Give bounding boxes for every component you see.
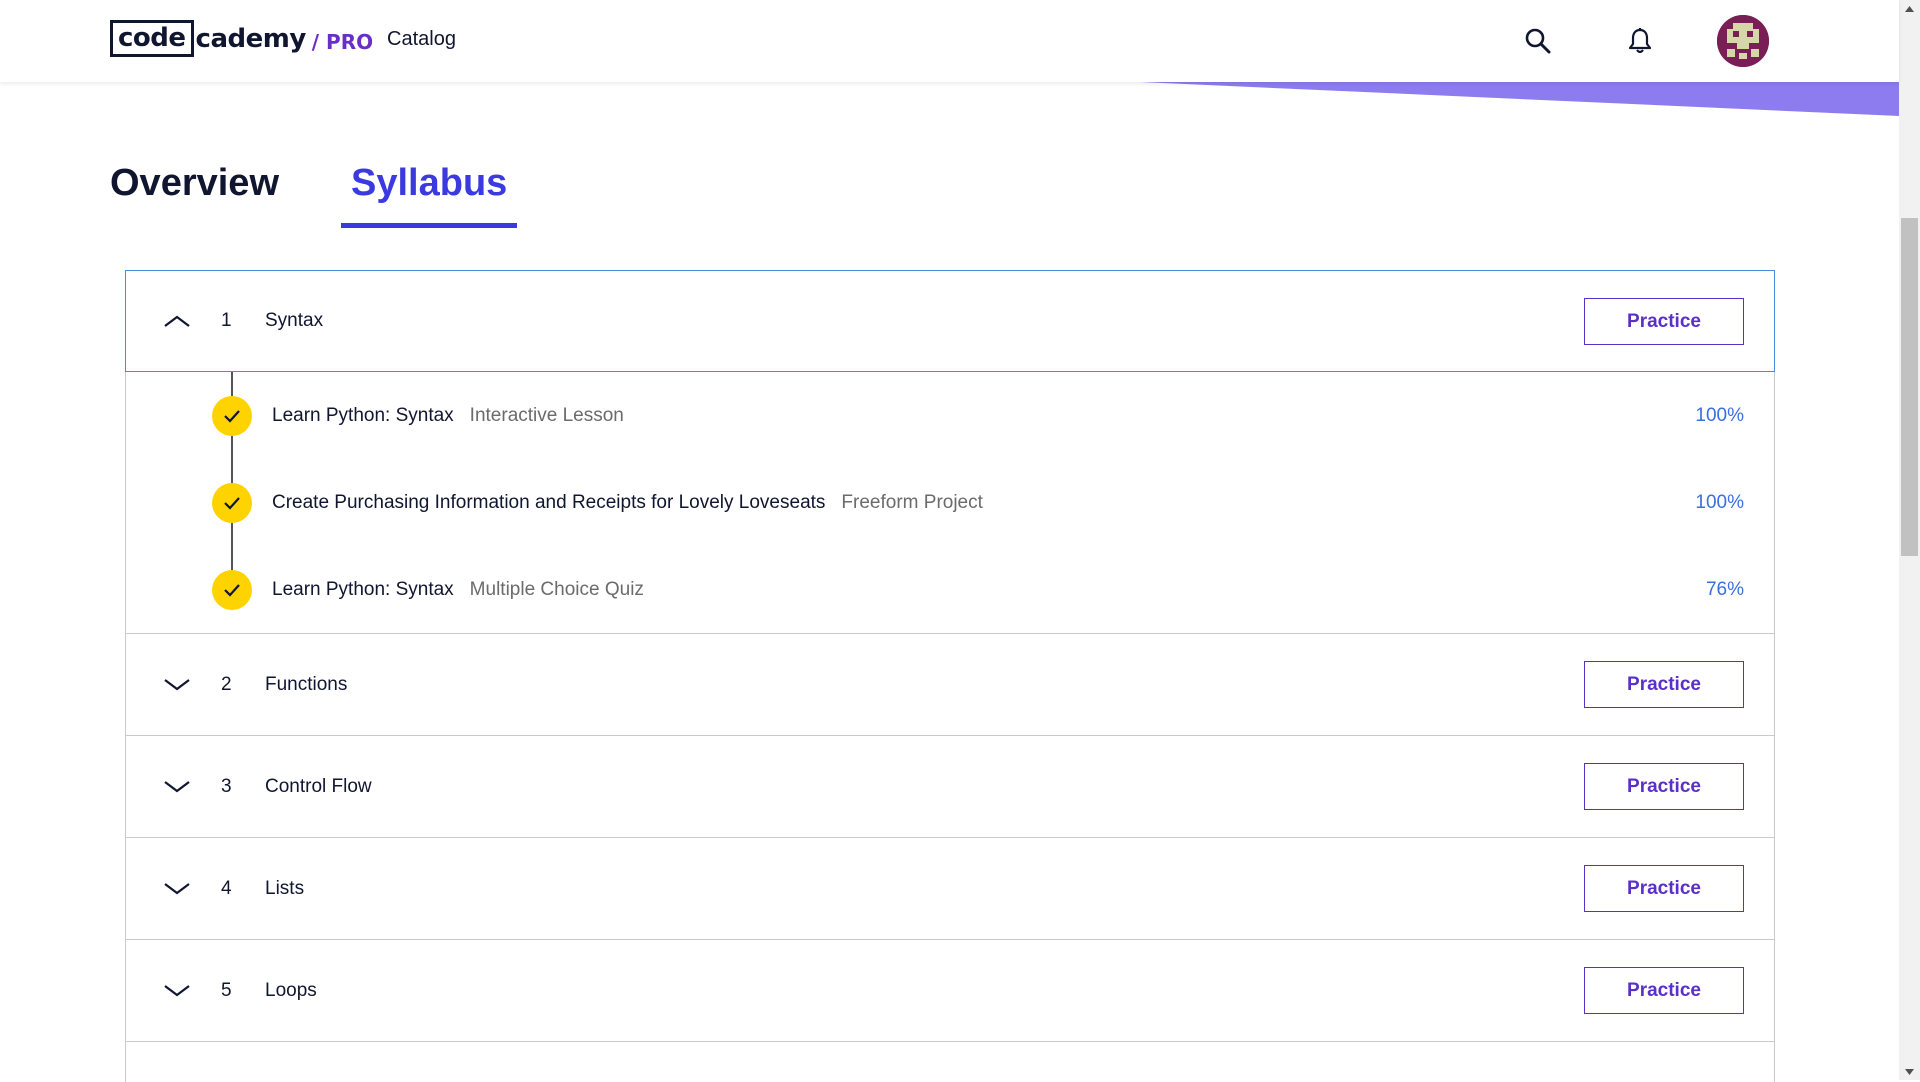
search-icon[interactable] <box>1521 24 1555 58</box>
chevron-down-icon[interactable] <box>162 672 192 696</box>
lesson-item[interactable]: Learn Python: Syntax Interactive Lesson 1… <box>126 396 1774 436</box>
tab-overview[interactable]: Overview <box>110 160 289 222</box>
scrollbar-thumb[interactable] <box>1901 218 1918 556</box>
syllabus-list: 1 Syntax Practice Learn Python: Syntax In… <box>125 270 1775 1082</box>
module-title: Syntax <box>265 310 324 331</box>
page-scrollbar[interactable] <box>1899 0 1920 1080</box>
check-icon <box>212 396 252 436</box>
lesson-progress: 76% <box>1705 579 1744 600</box>
chevron-down-icon[interactable] <box>162 978 192 1002</box>
lesson-progress: 100% <box>1695 492 1744 513</box>
practice-button[interactable]: Practice <box>1584 298 1744 345</box>
module-title: Loops <box>265 979 317 1001</box>
module-title: Lists <box>265 877 305 899</box>
header-swoosh-decoration <box>1140 82 1899 116</box>
module-lessons: Learn Python: Syntax Interactive Lesson 1… <box>125 372 1775 634</box>
lesson-label: Create Purchasing Information and Receip… <box>272 492 983 514</box>
module-number: 2 <box>221 673 232 695</box>
chevron-down-icon[interactable] <box>162 774 192 798</box>
codecademy-logo[interactable]: code cademy / PRO <box>110 20 373 57</box>
module-number: 5 <box>221 979 232 1001</box>
practice-button[interactable]: Practice <box>1584 967 1744 1014</box>
practice-button[interactable]: Practice <box>1584 763 1744 810</box>
scroll-up-arrow-icon[interactable] <box>1899 0 1920 17</box>
tab-syllabus[interactable]: Syllabus <box>341 160 518 228</box>
chevron-down-icon[interactable] <box>162 876 192 900</box>
logo-pro-badge: / PRO <box>311 29 374 54</box>
next-module-row <box>125 1042 1775 1082</box>
bell-icon[interactable] <box>1623 24 1657 58</box>
logo-code-text: code <box>110 20 194 57</box>
scroll-down-arrow-icon[interactable] <box>1899 1063 1920 1080</box>
logo-cademy-text: cademy <box>195 23 307 54</box>
lesson-label: Learn Python: Syntax Interactive Lesson <box>272 405 624 427</box>
lesson-label: Learn Python: Syntax Multiple Choice Quiz <box>272 579 644 601</box>
lesson-type: Multiple Choice Quiz <box>469 579 644 600</box>
module-title: Control Flow <box>265 775 372 797</box>
top-header: code cademy / PRO Catalog <box>0 0 1899 82</box>
module-row-functions[interactable]: 2 Functions Practice <box>125 634 1775 736</box>
check-icon <box>212 483 252 523</box>
module-title: Functions <box>265 673 348 695</box>
module-row-control-flow[interactable]: 3 Control Flow Practice <box>125 736 1775 838</box>
module-number: 4 <box>221 877 232 899</box>
course-tabs: Overview Syllabus <box>110 160 518 228</box>
lesson-item[interactable]: Learn Python: Syntax Multiple Choice Quiz… <box>126 570 1774 610</box>
module-row-syntax[interactable]: 1 Syntax Practice <box>125 270 1775 372</box>
module-number: 3 <box>221 775 232 797</box>
nav-catalog-link[interactable]: Catalog <box>387 28 456 51</box>
module-row-loops[interactable]: 5 Loops Practice <box>125 940 1775 1042</box>
lesson-type: Freeform Project <box>841 492 983 513</box>
lesson-type: Interactive Lesson <box>469 405 624 426</box>
lesson-title: Create Purchasing Information and Receip… <box>272 492 826 513</box>
avatar[interactable] <box>1717 15 1769 67</box>
lesson-progress: 100% <box>1695 405 1744 426</box>
lesson-title: Learn Python: Syntax <box>272 579 454 600</box>
practice-button[interactable]: Practice <box>1584 865 1744 912</box>
module-number: 1 <box>221 310 232 331</box>
check-icon <box>212 570 252 610</box>
lesson-item[interactable]: Create Purchasing Information and Receip… <box>126 483 1774 523</box>
practice-button[interactable]: Practice <box>1584 661 1744 708</box>
lesson-title: Learn Python: Syntax <box>272 405 454 426</box>
module-row-lists[interactable]: 4 Lists Practice <box>125 838 1775 940</box>
chevron-up-icon[interactable] <box>162 309 192 333</box>
